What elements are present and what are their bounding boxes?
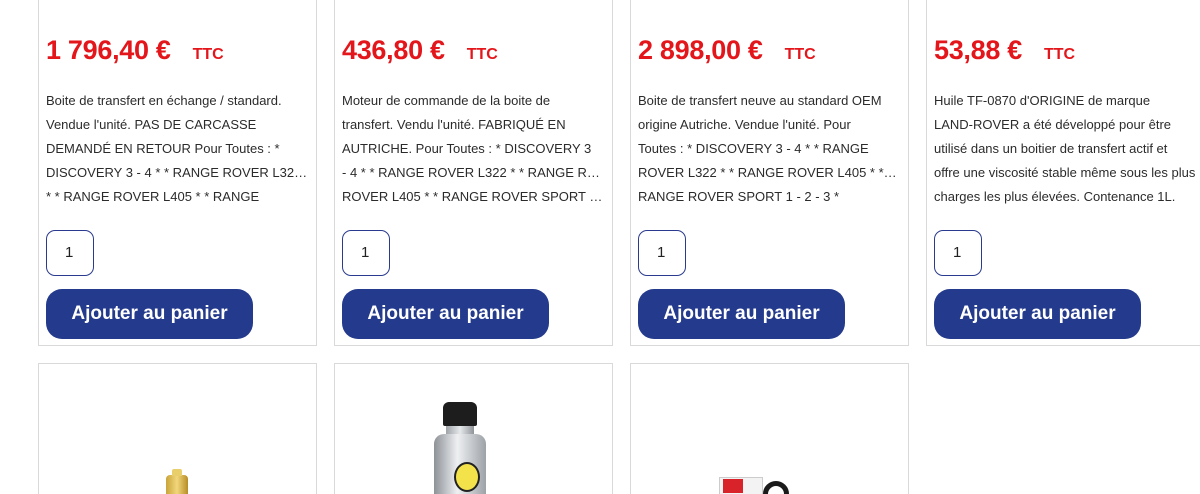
description-line: Huile TF-0870 d'ORIGINE de marque <box>934 93 1151 108</box>
product-price: 1 796,40 € <box>46 35 171 65</box>
description-line: charges les plus élevées. Contenance 1L. <box>934 189 1176 204</box>
price-line: 1 796,40 € TTC <box>46 35 224 66</box>
description-line: DISCOVERY 3 - 4 * * RANGE ROVER L322 * *… <box>46 165 308 180</box>
description-line: offre une viscosité stable même sous les… <box>934 165 1196 180</box>
quantity-input[interactable]: 1 <box>342 230 390 276</box>
bottle-label-icon <box>454 462 480 492</box>
product-card <box>334 363 613 494</box>
gasket-kit-image[interactable] <box>719 471 789 494</box>
description-line: origine Autriche. Vendue l'unité. Pour <box>638 117 851 132</box>
description-line: RANGE ROVER SPORT 1 - 2 - 3 * <box>638 189 840 204</box>
description-line: DEMANDÉ EN RETOUR Pour Toutes : * <box>46 141 280 156</box>
product-card: 436,80 € TTC Moteur de commande de la bo… <box>334 0 613 346</box>
description-line: utilisé dans un boitier de transfert act… <box>934 141 1168 156</box>
ttc-label: TTC <box>1043 46 1076 63</box>
product-description: Moteur de commande de la boite de transf… <box>342 89 604 209</box>
product-card <box>630 363 909 494</box>
product-description: Huile TF-0870 d'ORIGINE de marque LAND-R… <box>934 89 1196 209</box>
seal-ring-icon <box>763 481 789 494</box>
product-price: 53,88 € <box>934 35 1022 65</box>
product-price: 2 898,00 € <box>638 35 763 65</box>
product-card <box>38 363 317 494</box>
oil-can-image[interactable] <box>166 469 188 494</box>
add-to-cart-button[interactable]: Ajouter au panier <box>934 289 1141 339</box>
add-to-cart-button[interactable]: Ajouter au panier <box>342 289 549 339</box>
description-line: AUTRICHE. Pour Toutes : * DISCOVERY 3 <box>342 141 592 156</box>
product-description: Boite de transfert neuve au standard OEM… <box>638 89 900 209</box>
product-card: 53,88 € TTC Huile TF-0870 d'ORIGINE de m… <box>926 0 1200 346</box>
product-card: 1 796,40 € TTC Boite de transfert en éch… <box>38 0 317 346</box>
description-line: Boite de transfert neuve au standard OEM <box>638 93 882 108</box>
product-card: 2 898,00 € TTC Boite de transfert neuve … <box>630 0 909 346</box>
description-line: Boite de transfert en échange / standard… <box>46 93 282 108</box>
ttc-label: TTC <box>784 46 816 63</box>
price-line: 2 898,00 € TTC <box>638 35 816 66</box>
description-line: ROVER L405 * * RANGE ROVER SPORT 1 - <box>342 189 604 204</box>
product-price: 436,80 € <box>342 35 445 65</box>
description-line: Moteur de commande de la boite de <box>342 93 551 108</box>
bottle-cap <box>443 402 477 426</box>
price-line: 53,88 € TTC <box>934 35 1075 66</box>
description-line: - 4 * * RANGE ROVER L322 * * RANGE ROVER… <box>342 165 604 180</box>
add-to-cart-button[interactable]: Ajouter au panier <box>46 289 253 339</box>
description-line: LAND-ROVER a été développé pour être <box>934 117 1172 132</box>
quantity-input[interactable]: 1 <box>638 230 686 276</box>
description-line: transfert. Vendu l'unité. FABRIQUÉ EN <box>342 117 566 132</box>
quantity-input[interactable]: 1 <box>934 230 982 276</box>
additive-bottle-image[interactable] <box>432 402 488 494</box>
ttc-label: TTC <box>192 46 224 63</box>
description-line: * * RANGE ROVER L405 * * RANGE <box>46 189 260 204</box>
kit-label <box>723 479 743 493</box>
add-to-cart-button[interactable]: Ajouter au panier <box>638 289 845 339</box>
ttc-label: TTC <box>466 46 498 63</box>
description-line: Vendue l'unité. PAS DE CARCASSE <box>46 117 257 132</box>
description-line: ROVER L322 * * RANGE ROVER L405 * * RANG… <box>638 165 900 180</box>
description-line: Toutes : * DISCOVERY 3 - 4 * * RANGE <box>638 141 869 156</box>
price-line: 436,80 € TTC <box>342 35 498 66</box>
product-description: Boite de transfert en échange / standard… <box>46 89 308 209</box>
quantity-input[interactable]: 1 <box>46 230 94 276</box>
